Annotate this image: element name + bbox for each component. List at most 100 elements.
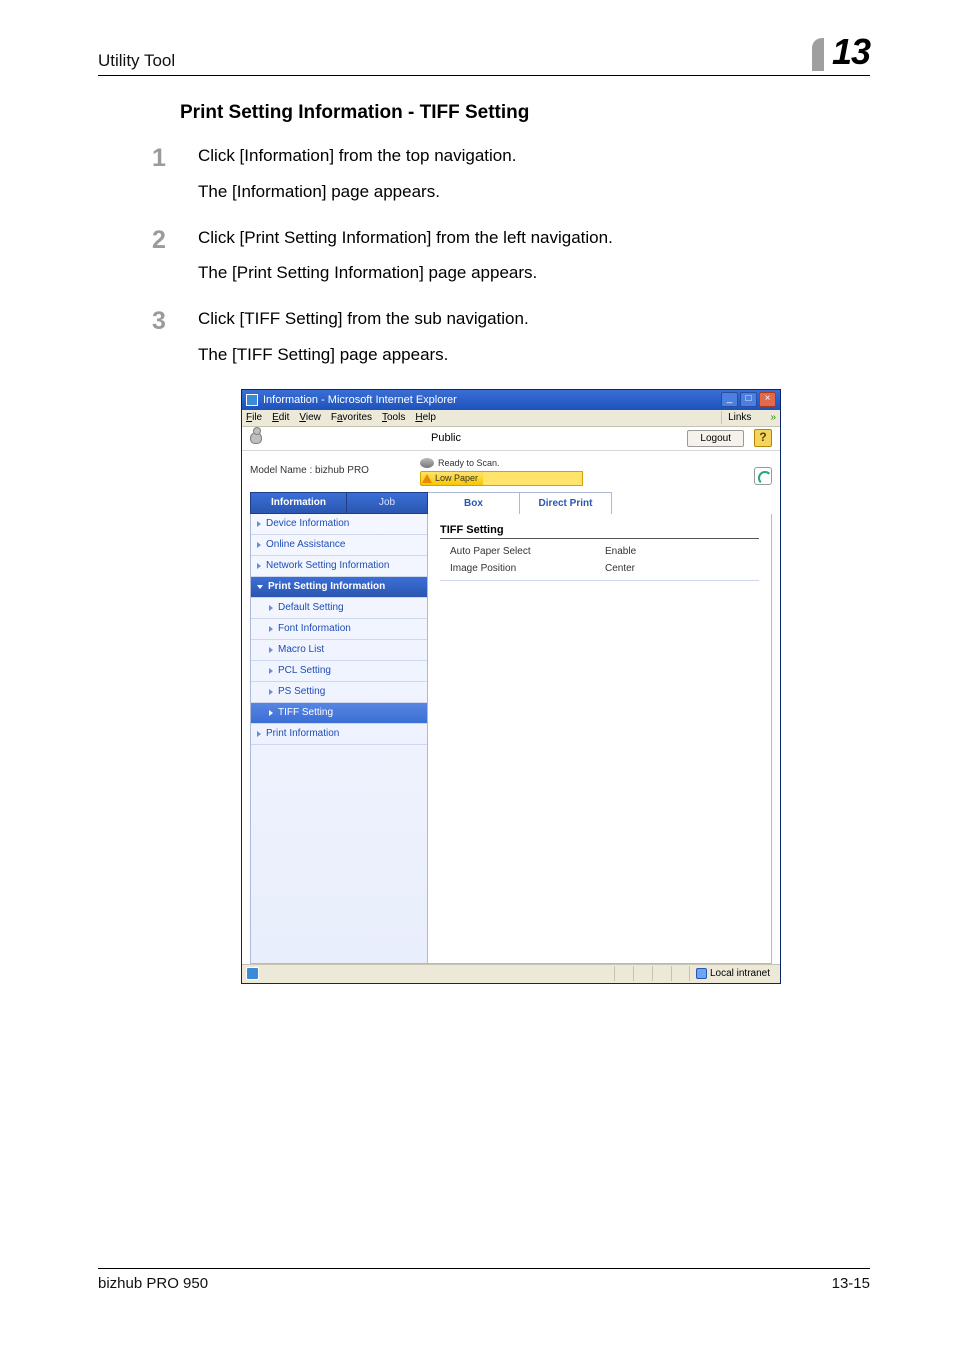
- status-block: Ready to Scan. Low Paper: [420, 455, 583, 486]
- tab-direct-print[interactable]: Direct Print: [520, 492, 612, 514]
- minimize-button[interactable]: _: [721, 392, 738, 407]
- ie-icon: [246, 394, 258, 406]
- steps: 1 Click [Information] from the top navig…: [152, 144, 870, 379]
- step-2: 2 Click [Print Setting Information] from…: [152, 226, 870, 298]
- sidebar-item-label: Print Information: [266, 728, 339, 739]
- sidebar-item-print-setting[interactable]: Print Setting Information: [251, 577, 427, 598]
- ie-page-icon: [246, 967, 259, 980]
- content-pane: TIFF Setting Auto Paper Select Enable Im…: [428, 514, 772, 964]
- sidebar-item-label: Macro List: [278, 644, 324, 655]
- step-body: Click [Print Setting Information] from t…: [198, 226, 870, 298]
- pane-divider: [440, 580, 759, 581]
- sidebar-item-label: Default Setting: [278, 602, 344, 613]
- titlebar: Information - Microsoft Internet Explore…: [242, 390, 780, 410]
- sidebar-item-print-information[interactable]: Print Information: [251, 724, 427, 745]
- sidebar-item-label: Device Information: [266, 518, 349, 529]
- setting-value: Center: [605, 563, 635, 574]
- tab-job[interactable]: Job: [346, 492, 428, 514]
- setting-row: Auto Paper Select Enable: [440, 543, 759, 560]
- sidebar-item-label: Font Information: [278, 623, 351, 634]
- warning-strip: [483, 471, 583, 486]
- step-text: The [TIFF Setting] page appears.: [198, 343, 870, 367]
- model-name: Model Name : bizhub PRO: [250, 455, 420, 486]
- sidebar: Device Information Online Assistance Net…: [250, 514, 428, 964]
- low-paper-badge: Low Paper: [420, 471, 484, 486]
- sidebar-item-default-setting[interactable]: Default Setting: [251, 598, 427, 619]
- sidebar-item-label: PCL Setting: [278, 665, 331, 676]
- app-body: Device Information Online Assistance Net…: [250, 514, 772, 964]
- section-title: Print Setting Information - TIFF Setting: [180, 102, 870, 124]
- menu-favorites[interactable]: Favorites: [331, 412, 372, 423]
- sidebar-item-tiff-setting[interactable]: TIFF Setting: [251, 703, 427, 724]
- tab-box[interactable]: Box: [428, 492, 520, 514]
- step-number: 1: [152, 144, 174, 173]
- menu-help[interactable]: Help: [415, 412, 436, 423]
- status-dot-icon: [420, 458, 434, 468]
- sidebar-item-label: Network Setting Information: [266, 560, 389, 571]
- step-text: Click [Information] from the top navigat…: [198, 144, 870, 168]
- user-label: Public: [431, 432, 461, 444]
- step-body: Click [Information] from the top navigat…: [198, 144, 870, 216]
- step-1: 1 Click [Information] from the top navig…: [152, 144, 870, 216]
- sidebar-item-device-information[interactable]: Device Information: [251, 514, 427, 535]
- sidebar-item-ps-setting[interactable]: PS Setting: [251, 682, 427, 703]
- warning-icon: [422, 474, 432, 483]
- menu-links[interactable]: Links: [721, 411, 757, 424]
- menu-view[interactable]: View: [299, 412, 321, 423]
- setting-row: Image Position Center: [440, 560, 759, 577]
- logout-button[interactable]: Logout: [687, 430, 744, 447]
- links-chevron-icon[interactable]: »: [767, 412, 776, 423]
- step-body: Click [TIFF Setting] from the sub naviga…: [198, 307, 870, 379]
- main-tabs: Information Job Box Direct Print: [250, 492, 772, 514]
- step-3: 3 Click [TIFF Setting] from the sub navi…: [152, 307, 870, 379]
- window-buttons: _ □ ×: [721, 392, 776, 407]
- chapter-number: 13: [832, 34, 870, 71]
- footer-right: 13-15: [832, 1275, 870, 1292]
- sidebar-item-online-assistance[interactable]: Online Assistance: [251, 535, 427, 556]
- intranet-icon: [696, 968, 707, 979]
- pane-heading: TIFF Setting: [440, 524, 759, 539]
- step-text: The [Information] page appears.: [198, 180, 870, 204]
- sidebar-item-network-setting[interactable]: Network Setting Information: [251, 556, 427, 577]
- sidebar-item-macro-list[interactable]: Macro List: [251, 640, 427, 661]
- top-band: Public Logout: [242, 427, 780, 451]
- sidebar-item-label: Print Setting Information: [268, 581, 385, 592]
- refresh-icon[interactable]: [754, 467, 772, 485]
- menu-bar: File Edit View Favorites Tools Help Link…: [242, 410, 780, 427]
- step-text: Click [TIFF Setting] from the sub naviga…: [198, 307, 870, 331]
- status-ready: Ready to Scan.: [438, 458, 500, 468]
- sidebar-item-label: TIFF Setting: [278, 707, 333, 718]
- security-zone: Local intranet: [689, 966, 776, 981]
- close-button[interactable]: ×: [759, 392, 776, 407]
- page-footer: bizhub PRO 950 13-15: [98, 1268, 870, 1292]
- setting-value: Enable: [605, 546, 636, 557]
- menu-file[interactable]: File: [246, 412, 262, 423]
- setting-key: Image Position: [440, 563, 605, 574]
- setting-key: Auto Paper Select: [440, 546, 605, 557]
- footer-left: bizhub PRO 950: [98, 1275, 208, 1292]
- step-number: 3: [152, 307, 174, 336]
- header-right: 13: [812, 34, 870, 71]
- low-paper-label: Low Paper: [435, 473, 478, 483]
- window-title: Information - Microsoft Internet Explore…: [263, 394, 721, 406]
- browser-window: Information - Microsoft Internet Explore…: [241, 389, 781, 984]
- menu-tools[interactable]: Tools: [382, 412, 405, 423]
- status-row: Model Name : bizhub PRO Ready to Scan. L…: [242, 451, 780, 486]
- header-left: Utility Tool: [98, 51, 175, 71]
- sidebar-item-pcl-setting[interactable]: PCL Setting: [251, 661, 427, 682]
- help-icon[interactable]: [754, 429, 772, 447]
- user-icon: [250, 432, 262, 444]
- chapter-tab-graphic: [812, 38, 824, 71]
- step-text: Click [Print Setting Information] from t…: [198, 226, 870, 250]
- tab-information[interactable]: Information: [250, 492, 346, 514]
- menu-edit[interactable]: Edit: [272, 412, 289, 423]
- screenshot: Information - Microsoft Internet Explore…: [152, 389, 870, 984]
- sidebar-item-font-information[interactable]: Font Information: [251, 619, 427, 640]
- maximize-button[interactable]: □: [740, 392, 757, 407]
- status-bar: Local intranet: [242, 964, 780, 983]
- sidebar-item-label: Online Assistance: [266, 539, 346, 550]
- step-number: 2: [152, 226, 174, 255]
- step-text: The [Print Setting Information] page app…: [198, 261, 870, 285]
- zone-label: Local intranet: [710, 968, 770, 979]
- page-header: Utility Tool 13: [98, 34, 870, 76]
